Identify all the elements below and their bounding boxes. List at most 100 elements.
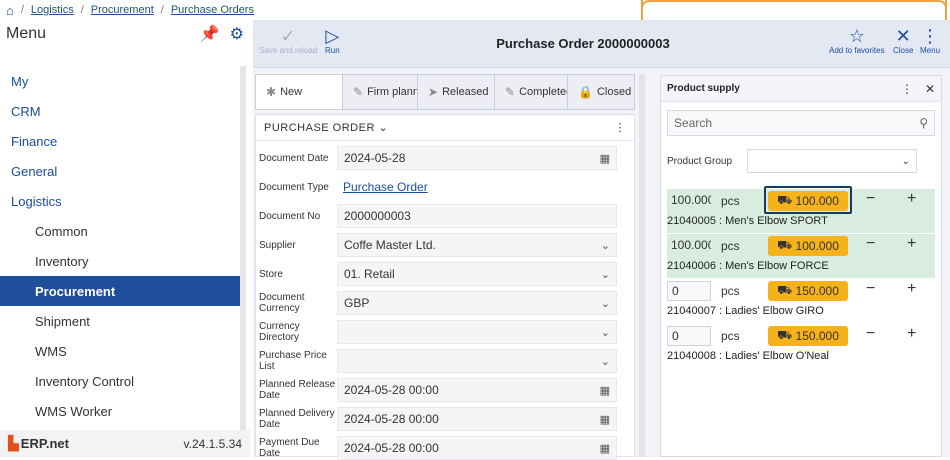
step-completed[interactable]: ✎ Completed [494, 74, 568, 110]
field-value: 2024-05-28 00:00 [344, 412, 439, 426]
status-steps: ✱New ✎Firm planned ➤Released ✎Completed … [255, 74, 635, 110]
document-no-input[interactable]: 2000000003 [337, 204, 617, 228]
step-firm-planned[interactable]: ✎Firm planned [342, 74, 418, 110]
menu-button[interactable]: ⋮ Menu [920, 26, 940, 55]
quantity-input[interactable]: 100.000 [667, 236, 711, 256]
product-group-field: Product Group ⌄ [667, 149, 918, 173]
close-label: Close [893, 46, 914, 55]
document-type-link[interactable]: Purchase Order [337, 175, 617, 199]
breadcrumb-logistics[interactable]: Logistics [31, 4, 74, 16]
sidebar-scrollbar[interactable] [240, 66, 246, 430]
breadcrumb-procurement[interactable]: Procurement [91, 4, 154, 16]
list-item: 100.000 pcs ⛟ 100.000 − + 21040006 : Men… [667, 234, 935, 278]
gear-icon: ✱ [266, 85, 277, 99]
breadcrumb-purchase-orders[interactable]: Purchase Orders [171, 4, 254, 16]
step-released[interactable]: ➤ Released [417, 74, 495, 110]
decrease-button[interactable]: − [866, 280, 875, 298]
menu-item-crm[interactable]: CRM [0, 96, 240, 126]
increase-button[interactable]: + [907, 280, 916, 298]
product-group-label: Product Group [667, 155, 733, 167]
currency-directory-select[interactable]: ⌄ [337, 320, 617, 344]
product-name: 21040007 : Ladies' Elbow GIRO [667, 305, 824, 317]
field-label: Purchase Price List [259, 350, 327, 372]
calendar-icon[interactable]: ▦ [600, 384, 610, 397]
step-label: New [280, 86, 303, 98]
more-vertical-icon[interactable]: ⋮ [901, 82, 913, 96]
field-label: Currency Directory [259, 321, 300, 343]
product-name: 21040006 : Men's Elbow FORCE [667, 260, 829, 272]
product-name: 21040008 : Ladies' Elbow O'Neal [667, 350, 829, 362]
forklift-icon: ⛟ [777, 283, 793, 297]
main-scrollbar[interactable] [639, 74, 645, 457]
quantity-input[interactable]: 0 [667, 326, 711, 346]
field-label: Document Currency [259, 292, 305, 314]
supplier-select[interactable]: Coffe Master Ltd. ⌄ [337, 233, 617, 257]
menu-item-procurement[interactable]: Procurement [0, 276, 240, 306]
step-closed[interactable]: 🔒 Closed [567, 74, 635, 110]
product-supply-panel: Product supply ⋮ ✕ Search ⚲ Product Grou… [660, 75, 942, 457]
edit-icon: ✎ [505, 85, 516, 99]
add-favorites-button[interactable]: ☆ Add to favorites [829, 26, 885, 55]
product-group-select[interactable]: ⌄ [747, 149, 918, 173]
decrease-button[interactable]: − [866, 235, 875, 253]
field-document-type: Document Type Purchase Order [259, 175, 617, 199]
close-button[interactable]: ✕ Close [893, 26, 913, 55]
document-date-input[interactable]: 2024-05-28 ▦ [337, 146, 617, 170]
menu-item-wms[interactable]: WMS [0, 336, 240, 366]
section-header[interactable]: PURCHASE ORDER ⌄ [264, 121, 388, 134]
available-quantity-button[interactable]: ⛟ 100.000 [768, 236, 848, 256]
planned-delivery-date-input[interactable]: 2024-05-28 00:00 ▦ [337, 407, 617, 431]
more-vertical-icon: ⋮ [921, 26, 939, 46]
menu-list: My CRM Finance General Logistics Common … [0, 66, 240, 426]
available-value: 150.000 [795, 284, 839, 298]
menu-item-logistics[interactable]: Logistics [0, 186, 240, 216]
calendar-icon[interactable]: ▦ [600, 152, 610, 165]
list-item: 0 pcs ⛟ 150.000 − + 21040008 : Ladies' E… [667, 324, 935, 368]
decrease-button[interactable]: − [866, 325, 875, 343]
menu-item-common[interactable]: Common [0, 216, 240, 246]
quantity-input[interactable]: 100.000 [667, 191, 711, 211]
quantity-input[interactable]: 0 [667, 281, 711, 301]
increase-button[interactable]: + [907, 325, 916, 343]
step-new[interactable]: ✱ New [255, 74, 343, 110]
available-quantity-button[interactable]: ⛟ 150.000 [768, 326, 848, 346]
menu-item-inventory-control[interactable]: Inventory Control [0, 366, 240, 396]
field-label: Document Date [259, 152, 329, 164]
calendar-icon[interactable]: ▦ [600, 413, 610, 426]
menu-item-shipment[interactable]: Shipment [0, 306, 240, 336]
increase-button[interactable]: + [907, 235, 916, 253]
menu-item-general[interactable]: General [0, 156, 240, 186]
menu-item-my[interactable]: My [0, 66, 240, 96]
payment-due-date-input[interactable]: 2024-05-28 00:00 ▦ [337, 436, 617, 460]
section-menu-icon[interactable]: ⋮ [615, 121, 627, 134]
increase-button[interactable]: + [907, 190, 916, 208]
chevron-down-icon: ⌄ [600, 268, 610, 281]
available-quantity-button[interactable]: ⛟ 150.000 [768, 281, 848, 301]
field-value: 2024-05-28 00:00 [344, 383, 439, 397]
gear-icon[interactable]: ⚙ [230, 24, 244, 44]
menu-item-inventory[interactable]: Inventory [0, 246, 240, 276]
chevron-down-icon: ⌄ [600, 326, 610, 339]
panel-title: Product supply [667, 83, 740, 94]
chevron-down-icon: ⌄ [378, 122, 389, 134]
field-planned-delivery-date: Planned Delivery Date 2024-05-28 00:00 ▦ [259, 407, 617, 431]
field-currency-directory: Currency Directory ⌄ [259, 320, 617, 344]
logo: ▙ ERP.net [8, 435, 69, 452]
home-icon[interactable]: ⌂ [6, 3, 14, 18]
planned-release-date-input[interactable]: 2024-05-28 00:00 ▦ [337, 378, 617, 402]
search-input[interactable]: Search ⚲ [667, 110, 935, 136]
calendar-icon[interactable]: ▦ [600, 442, 610, 455]
field-payment-due-date: Payment Due Date 2024-05-28 00:00 ▦ [259, 436, 617, 460]
menu-item-finance[interactable]: Finance [0, 126, 240, 156]
step-label: Completed [519, 86, 568, 98]
field-value: 01. Retail [344, 267, 395, 281]
close-icon[interactable]: ✕ [925, 82, 935, 96]
pin-icon[interactable]: 📌 [200, 24, 220, 44]
search-icon[interactable]: ⚲ [919, 116, 928, 130]
document-currency-select[interactable]: GBP ⌄ [337, 291, 617, 315]
store-select[interactable]: 01. Retail ⌄ [337, 262, 617, 286]
purchase-price-list-select[interactable]: ⌄ [337, 349, 617, 373]
menu-item-wms-worker[interactable]: WMS Worker [0, 396, 240, 426]
decrease-button[interactable]: − [866, 190, 875, 208]
unit-label: pcs [721, 239, 740, 253]
